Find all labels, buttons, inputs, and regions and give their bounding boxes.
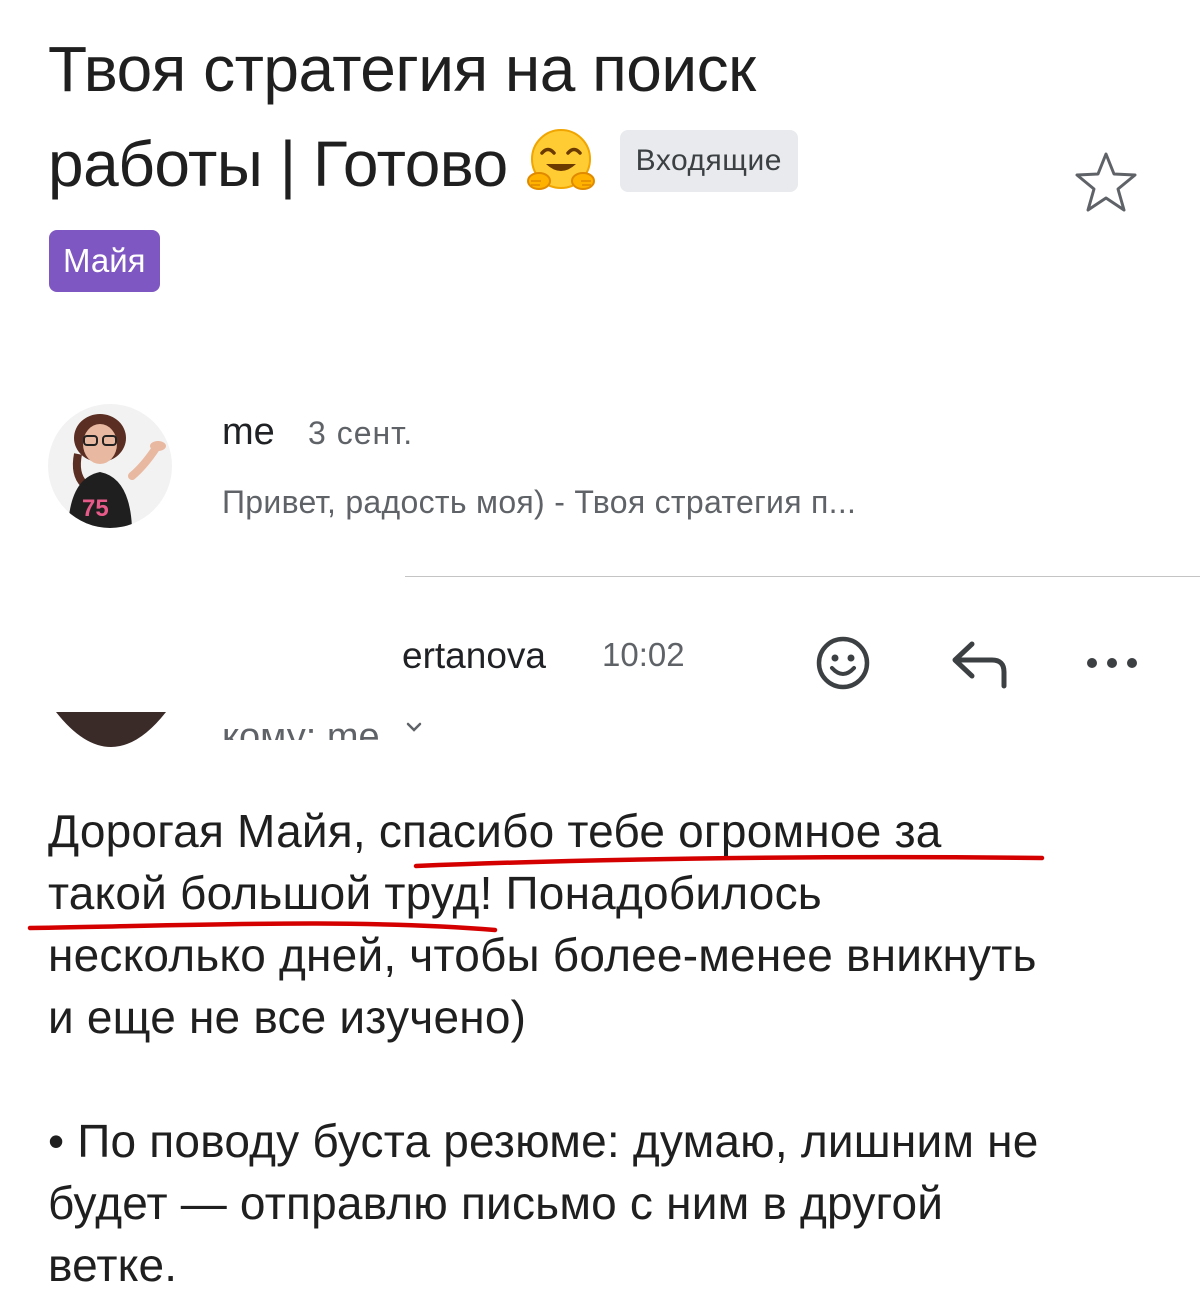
inbox-label-chip[interactable]: Входящие — [619, 130, 798, 192]
body-line: Дорогая Майя, спасибо тебе огромное за — [48, 805, 942, 857]
chevron-down-icon[interactable] — [406, 720, 422, 732]
body-line: • По поводу буста резюме: думаю, лишним … — [48, 1115, 1039, 1167]
hugging-face-icon — [526, 126, 596, 222]
emoji-reaction-icon[interactable] — [814, 634, 872, 692]
svg-text:75: 75 — [82, 495, 109, 522]
body-line: будет — отправлю письмо с ним в другой — [48, 1177, 944, 1229]
body-line: несколько дней, чтобы более-менее вникну… — [48, 929, 1037, 981]
subject-line-2: работы | Готово — [48, 128, 508, 200]
star-icon[interactable] — [1072, 150, 1140, 214]
avatar[interactable]: 75 — [48, 404, 172, 528]
body-line: и еще не все изучено) — [48, 991, 527, 1043]
body-line: ветке. — [48, 1239, 178, 1291]
divider — [405, 576, 1200, 577]
label-chip-maya[interactable]: Майя — [49, 230, 160, 292]
email-subject: Твоя стратегия на поиск работы | Готово … — [48, 22, 1048, 222]
more-options-icon[interactable] — [1082, 650, 1142, 676]
message-time: 10:02 — [602, 636, 685, 673]
subject-line-1: Твоя стратегия на поиск — [48, 33, 756, 105]
message-body: Дорогая Майя, спасибо тебе огромное за т… — [48, 800, 1168, 1296]
body-line: такой большой труд! Понадобилось — [48, 867, 822, 919]
message-snippet[interactable]: Привет, радость моя) - Твоя стратегия п.… — [222, 480, 856, 524]
message-date: 3 сент. — [308, 415, 414, 451]
sender-name: me — [222, 411, 275, 453]
reply-icon[interactable] — [948, 638, 1012, 690]
sender-name: ertanova — [402, 635, 546, 676]
avatar[interactable] — [56, 712, 166, 750]
